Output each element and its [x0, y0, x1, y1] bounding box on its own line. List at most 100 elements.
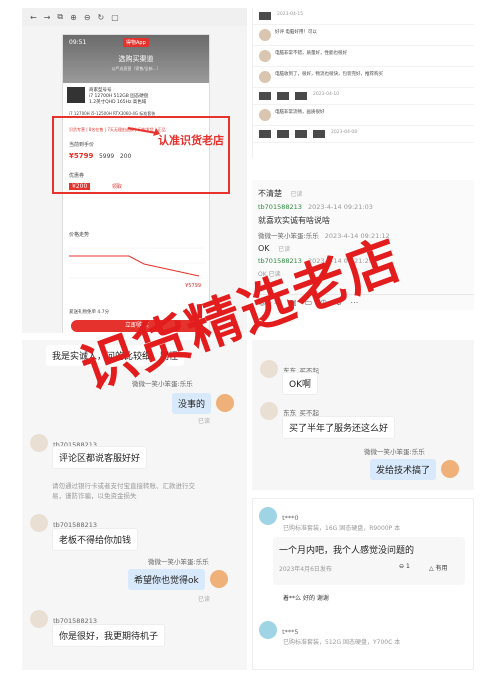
avatar	[441, 459, 460, 478]
review-image	[313, 130, 325, 138]
comment-icon: ⊖	[399, 563, 405, 570]
useful-label: 有用	[435, 565, 448, 572]
avatar	[30, 609, 48, 628]
message-bubble: 发给技术搞了	[370, 459, 437, 480]
reply-user: 着**么	[283, 595, 302, 602]
avatar	[259, 71, 271, 83]
chat-message: 你是很好，我更期待机子	[52, 624, 166, 647]
avatar	[259, 109, 271, 121]
callout-text: 认准识货老店	[158, 134, 224, 147]
copy-icon[interactable]: ⧉	[57, 12, 63, 22]
review-date: 2023-04-10	[313, 92, 340, 97]
sender-name: 微微一笑小笨蛋:乐乐	[364, 448, 425, 456]
fit-icon[interactable]: ▢	[111, 13, 119, 22]
review-image	[259, 12, 271, 20]
page-subtitle: 以严选直营（寄售/全新...）	[111, 66, 161, 71]
message-text: 不清楚	[258, 189, 282, 198]
review-image	[295, 92, 307, 100]
avatar	[259, 50, 271, 62]
system-notice: 请勿通过银行卡或者支付宝直接转账、汇款进行交易，谨防诈骗，以免资金损失	[52, 482, 195, 500]
message-bubble: OK啊	[282, 372, 318, 395]
app-badge: 得物App	[123, 38, 149, 47]
review-reply: 着**么 好的 谢谢	[283, 593, 329, 602]
chat-sender: tb701588213 2023-4-14 09:21:03	[252, 201, 474, 213]
review-image	[277, 130, 289, 138]
review-text: 电脑非常不错，质量好，性能也很好	[275, 51, 347, 56]
message-bubble: 买了半年了服务还这么好	[282, 416, 396, 439]
message-bubble: 老板不得给你加钱	[52, 528, 139, 551]
read-status: 已读	[198, 418, 211, 425]
trend-label: 价格走势	[69, 232, 90, 238]
avatar	[260, 401, 278, 420]
arrow-icon	[127, 127, 160, 136]
chat-message: 老板不得给你加钱	[52, 528, 139, 551]
chat-message: 买了半年了服务还这么好	[282, 416, 396, 439]
avatar	[30, 433, 48, 452]
avatar	[209, 569, 228, 588]
sender-name: 微微一笑小笨蛋:乐乐	[148, 558, 209, 566]
review-user: t***5	[282, 628, 299, 636]
sender-name: 微微一笑小笨蛋:乐乐	[258, 232, 319, 240]
review-header: t***5	[259, 619, 299, 639]
product-thumbnail	[67, 87, 85, 103]
status-time: 09:51	[69, 39, 87, 46]
viewer-toolbar: ← → ⧉ ⊕ ⊖ ↻ ▢	[22, 8, 247, 26]
mobile-chat-right: 东东_买不起 OK啊 东东_买不起 买了半年了服务还这么好 微微一笑小笨蛋:乐乐…	[252, 340, 474, 490]
review-text: 一个月内吧，我个人感觉没问题的	[279, 546, 415, 556]
chat-message: 发给技术搞了	[370, 458, 460, 480]
review-image	[295, 130, 307, 138]
avatar	[259, 620, 277, 639]
review-row: 电脑收到了，很好，物流也很快，包装完好，推荐购买	[253, 67, 474, 88]
avatar	[259, 506, 277, 525]
chat-message: 希望你也觉得ok	[128, 568, 228, 590]
comment-count[interactable]: ⊖ 1	[399, 563, 410, 570]
message-text: OK	[258, 244, 270, 253]
useful-icon: △	[429, 565, 434, 572]
chat-message: OK啊	[282, 372, 318, 395]
sender-name: tb701588213	[258, 203, 302, 211]
review-date: 2023-04-15	[277, 12, 304, 17]
review-row: 2023-04-15	[253, 8, 474, 25]
review-text: 电脑非常流畅，画质很好	[275, 110, 325, 115]
phone-header: 09:51 得物App 选购买渠道 以严选直营（寄售/全新...）	[63, 35, 209, 83]
message-bubble: 你是很好，我更期待机子	[52, 624, 166, 647]
review-spec: 已购标准套装，16G 固态硬盘，R9000P 本	[283, 525, 401, 532]
review-card: 一个月内吧，我个人感觉没问题的 2023年4月6日发布 ⊖ 1 △ 有用	[273, 537, 465, 585]
product-line: 1.2英寸QHD 165Hz 高色域	[89, 100, 147, 105]
page-title: 选购买渠道	[118, 55, 154, 63]
reply-text: 好的 谢谢	[302, 595, 329, 602]
chat-message: 没事的	[172, 392, 235, 414]
zoom-out-icon[interactable]: ⊖	[84, 13, 91, 22]
reviews-panel: t***0 已购标准套装，16G 固态硬盘，R9000P 本 一个月内吧，我个人…	[252, 498, 474, 670]
avatar	[259, 29, 271, 41]
product-info: 商家型号号 i7 12700H 512GB 固态硬盘 1.2英寸QHD 165H…	[63, 83, 209, 109]
useful-button[interactable]: △ 有用	[429, 563, 448, 572]
message-bubble: 没事的	[172, 393, 212, 414]
review-user: t***0	[282, 514, 299, 522]
avatar	[260, 359, 278, 378]
review-row: 好评 电脑好用！可以	[253, 25, 474, 46]
back-icon[interactable]: ←	[30, 13, 37, 22]
review-row: 2023-04-10	[253, 88, 474, 105]
zoom-in-icon[interactable]: ⊕	[70, 13, 77, 22]
avatar	[30, 513, 48, 532]
read-status: 已读	[198, 596, 211, 603]
forward-icon[interactable]: →	[44, 13, 51, 22]
review-text: 电脑收到了，很好，物流也很快，包装完好，推荐购买	[275, 72, 383, 77]
review-spec: 已购标准套装，512G 固态硬盘，Y700C 本	[283, 639, 401, 646]
avatar	[216, 393, 235, 412]
review-image	[277, 92, 289, 100]
chat-message: 不清楚 已读	[252, 186, 474, 201]
desktop-reviews-panel: 2023-04-15 好评 电脑好用！可以 电脑非常不错，质量好，性能也很好 电…	[252, 8, 474, 158]
review-text: 好评 电脑好用！可以	[275, 30, 317, 35]
review-row: 2023-04-08	[253, 126, 474, 143]
chat-message: 评论区都说客服好好	[52, 446, 148, 469]
review-date: 2023-04-08	[331, 130, 358, 135]
read-status: 已读	[290, 191, 303, 198]
message-bubble: 评论区都说客服好好	[52, 446, 148, 469]
rotate-icon[interactable]: ↻	[98, 13, 105, 22]
message-bubble: 希望你也觉得ok	[128, 569, 205, 590]
comment-number: 1	[405, 563, 410, 570]
review-row: 电脑非常不错，质量好，性能也很好	[253, 46, 474, 67]
review-image	[259, 92, 271, 100]
